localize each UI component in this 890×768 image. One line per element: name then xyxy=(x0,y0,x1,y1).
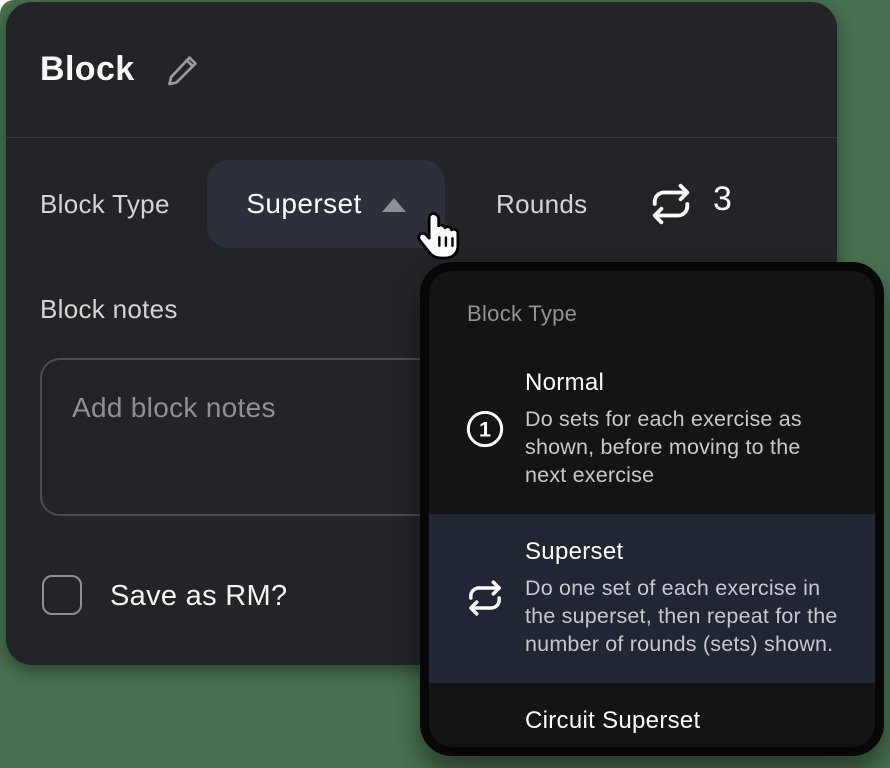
edit-pencil-icon[interactable] xyxy=(165,52,201,88)
block-type-dropdown-button[interactable]: Superset xyxy=(207,160,445,248)
menu-item-title: Superset xyxy=(525,538,845,566)
repeat-icon xyxy=(648,181,694,227)
menu-item-superset[interactable]: Superset Do one set of each exercise in … xyxy=(429,514,875,683)
block-notes-label: Block notes xyxy=(40,294,178,325)
block-type-label: Block Type xyxy=(40,189,170,220)
panel-header: Block xyxy=(6,2,837,138)
svg-text:1: 1 xyxy=(479,417,491,442)
menu-item-text: Superset Do one set of each exercise in … xyxy=(525,538,845,659)
timer-icon xyxy=(465,747,505,756)
rounds-label: Rounds xyxy=(496,189,587,220)
menu-item-text: Normal Do sets for each exercise as show… xyxy=(525,369,845,490)
menu-item-description: Do one set of each exercise in the super… xyxy=(525,575,845,659)
save-as-rm-label: Save as RM? xyxy=(110,580,287,613)
repeat-icon xyxy=(465,578,505,618)
rounds-value[interactable]: 3 xyxy=(713,180,732,219)
block-type-selected-value: Superset xyxy=(246,188,361,220)
menu-item-title: Circuit Superset xyxy=(525,707,845,735)
page-title: Block xyxy=(40,50,135,89)
block-type-dropdown-menu: Block Type 1 Normal Do sets for each exe… xyxy=(420,262,884,756)
dropdown-header: Block Type xyxy=(429,271,875,327)
menu-item-text: Circuit Superset Circuits are Supersets … xyxy=(525,707,845,756)
chevron-up-icon xyxy=(382,198,406,212)
menu-item-normal[interactable]: 1 Normal Do sets for each exercise as sh… xyxy=(429,345,875,514)
menu-item-description: Do sets for each exercise as shown, befo… xyxy=(525,406,845,490)
save-as-rm-checkbox[interactable] xyxy=(42,575,82,615)
block-notes-placeholder: Add block notes xyxy=(72,392,276,424)
menu-item-circuit-superset[interactable]: Circuit Superset Circuits are Supersets … xyxy=(429,683,875,756)
menu-item-title: Normal xyxy=(525,369,845,397)
circled-1-icon: 1 xyxy=(465,409,505,449)
menu-item-description: Circuits are Supersets with a time requi… xyxy=(525,744,845,756)
